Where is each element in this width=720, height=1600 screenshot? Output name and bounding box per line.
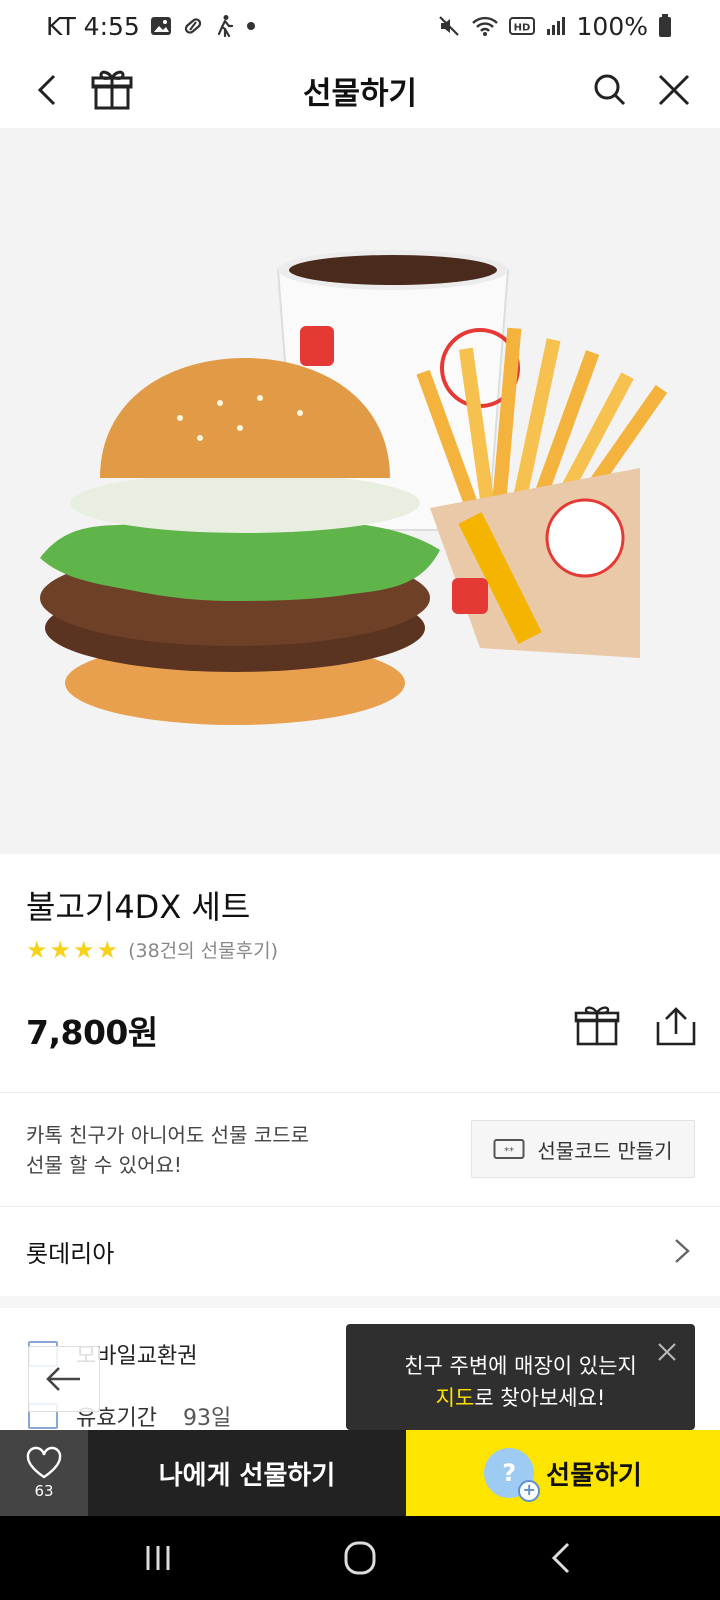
battery-percent: 100% [576, 11, 648, 41]
close-button[interactable] [650, 66, 698, 114]
create-gift-code-button[interactable]: ** 선물코드 만들기 [471, 1120, 695, 1178]
plus-icon: + [518, 1480, 541, 1502]
create-gift-code-label: 선물코드 만들기 [537, 1138, 673, 1163]
gift-button-label: 선물하기 [546, 1460, 642, 1491]
chevron-right-icon [675, 1239, 690, 1263]
gift-code-description: 카톡 친구가 아니어도 선물 코드로 선물 할 수 있어요! [26, 1120, 309, 1180]
star-icon: ★ [49, 935, 72, 964]
pill-icon [182, 15, 204, 37]
store-map-tooltip[interactable]: 친구 주변에 매장이 있는지 지도로 찾아보세요! [346, 1324, 695, 1430]
notification-dot-icon [246, 21, 256, 31]
share-button[interactable] [654, 1006, 698, 1048]
hd-icon: HD [508, 16, 535, 36]
like-button[interactable]: 63 [0, 1430, 88, 1516]
recent-apps-icon[interactable] [134, 1538, 182, 1578]
system-back-icon[interactable] [538, 1538, 586, 1578]
gift-icon [574, 1006, 620, 1046]
gift-code-desc-line2: 선물 할 수 있어요! [26, 1153, 182, 1177]
tooltip-map-link[interactable]: 지도 [436, 1386, 475, 1410]
search-icon [594, 74, 626, 106]
section-separator [0, 1296, 720, 1308]
svg-text:**: ** [504, 1146, 514, 1157]
battery-icon [658, 14, 672, 38]
arrow-left-icon [46, 1367, 80, 1391]
home-icon[interactable] [336, 1538, 384, 1578]
review-count[interactable]: (38건의 선물후기) [128, 936, 278, 963]
gift-code-desc-line1: 카톡 친구가 아니어도 선물 코드로 [26, 1123, 310, 1147]
search-button[interactable] [586, 66, 634, 114]
gift-product-page: KT 4:55 HD 100% 선물하기 불고기4DX 세트 ★ ★ ★ ★ (… [0, 0, 720, 1600]
ticket-icon: ** [493, 1139, 525, 1159]
wifi-icon [471, 15, 499, 37]
mute-icon [437, 14, 461, 38]
gift-button[interactable]: ? + 선물하기 [406, 1430, 720, 1516]
star-icon: ★ [26, 935, 48, 964]
validity-value: 93일 [182, 1406, 232, 1431]
floating-back-button[interactable] [28, 1346, 100, 1412]
brand-name: 롯데리아 [26, 1240, 115, 1268]
divider [0, 1092, 720, 1093]
product-image [0, 128, 720, 854]
star-icon: ★ [73, 935, 95, 964]
heart-icon [26, 1446, 62, 1479]
friend-question-icon: ? + [484, 1448, 541, 1502]
tooltip-line1: 친구 주변에 매장이 있는지 [404, 1354, 637, 1378]
status-bar: KT 4:55 HD 100% [0, 0, 720, 52]
walking-icon [214, 14, 236, 38]
share-icon [656, 1007, 696, 1046]
top-app-bar: 선물하기 [0, 52, 720, 128]
carrier-time: KT 4:55 [46, 11, 140, 41]
bottom-action-bar: 63 나에게 선물하기 ? + 선물하기 [0, 1430, 720, 1516]
tooltip-line2: 지도로 찾아보세요! [346, 1382, 695, 1414]
brand-row[interactable]: 롯데리아 [0, 1206, 720, 1296]
product-name: 불고기4DX 세트 [26, 888, 251, 926]
price: 7,800원 [26, 1013, 158, 1052]
system-nav-bar [0, 1516, 720, 1600]
gift-to-self-button[interactable]: 나에게 선물하기 [88, 1430, 406, 1516]
close-icon [658, 74, 690, 106]
star-icon: ★ [96, 935, 119, 964]
like-count: 63 [34, 1482, 54, 1500]
wishlist-gift-button[interactable] [574, 1004, 620, 1048]
close-icon[interactable] [655, 1340, 679, 1364]
gallery-icon [150, 15, 172, 37]
rating[interactable]: ★ ★ ★ ★ (38건의 선물후기) [26, 936, 278, 963]
signal-icon [545, 15, 567, 37]
tooltip-line2-rest: 로 찾아보세요! [474, 1386, 606, 1410]
svg-text:HD: HD [513, 23, 530, 34]
